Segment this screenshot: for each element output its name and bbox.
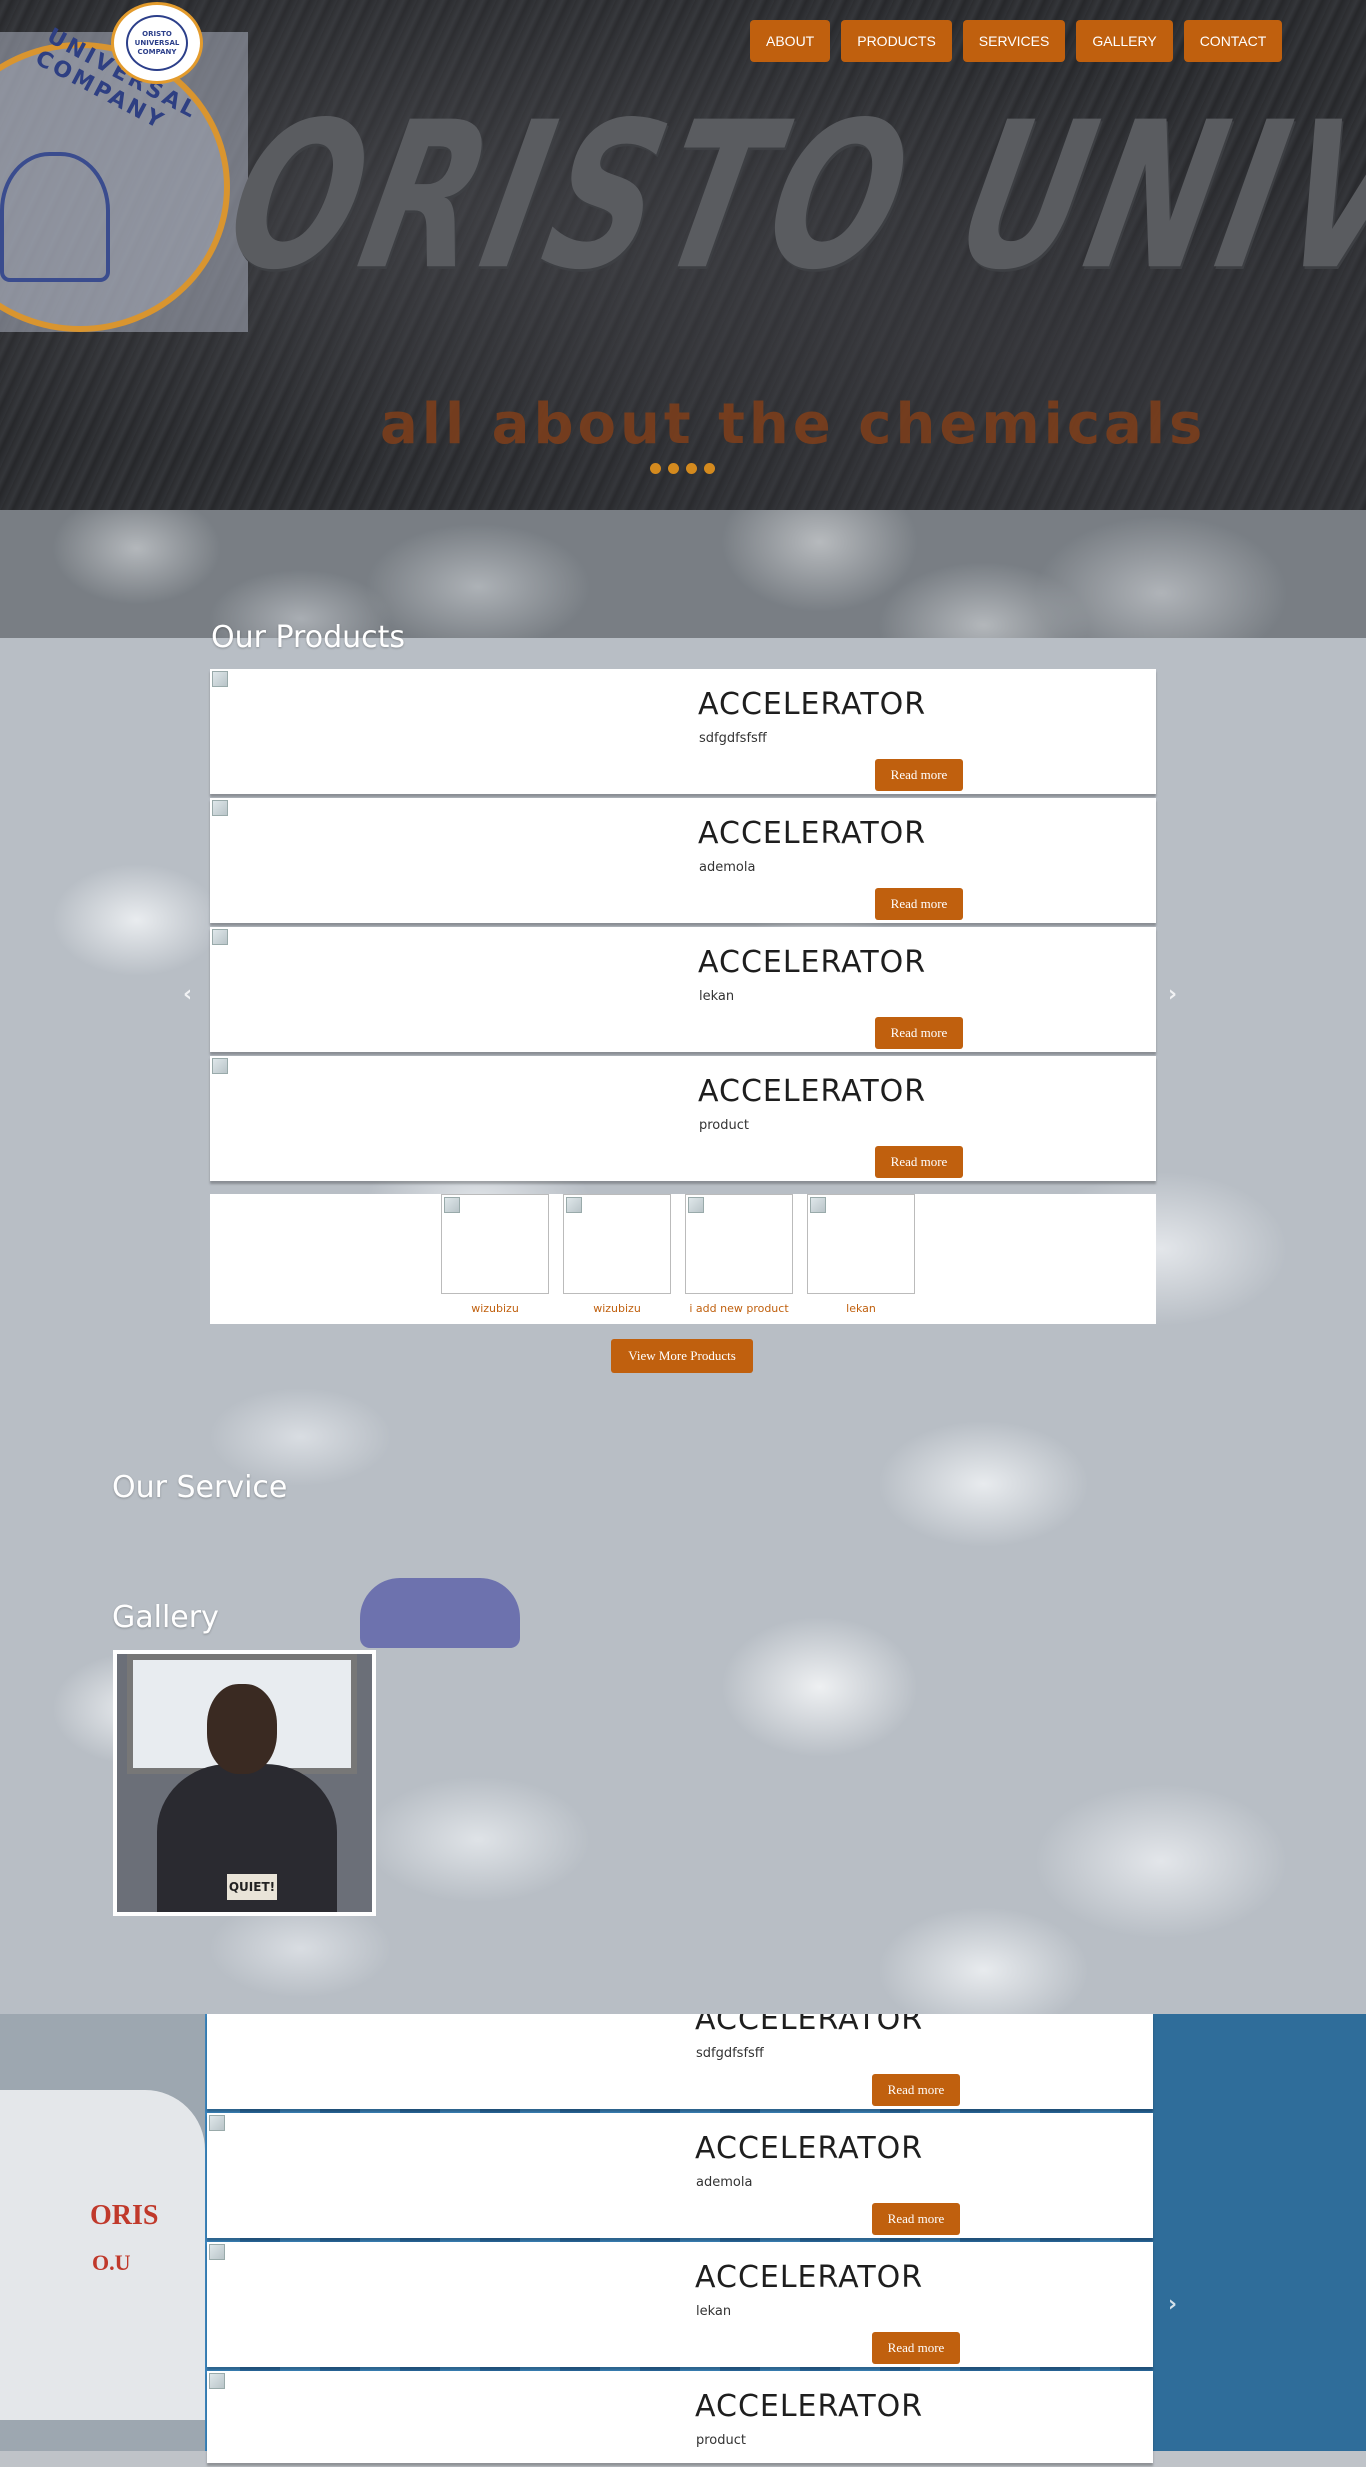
nav-products[interactable]: PRODUCTS	[841, 20, 952, 62]
product-image	[209, 2115, 225, 2131]
product-desc: sdfgdfsfsff	[696, 2046, 764, 2061]
product-image	[212, 1058, 228, 1074]
read-more-button[interactable]: Read more	[875, 1017, 963, 1049]
thumbnail-caption[interactable]: i add new product	[685, 1302, 793, 1315]
slider-dot[interactable]	[668, 463, 679, 474]
photo-shirt-text: QUIET!	[227, 1874, 277, 1900]
thumbnail-item[interactable]: i add new product	[685, 1194, 793, 1315]
product-desc: ademola	[696, 2175, 753, 2190]
thumbnail-image	[563, 1194, 671, 1294]
product-image	[209, 2244, 225, 2260]
view-more-products-button[interactable]: View More Products	[611, 1339, 753, 1373]
product-name: ACCELERATOR	[698, 816, 927, 851]
thumbnail-caption[interactable]: lekan	[807, 1302, 915, 1315]
product-desc: lekan	[699, 989, 735, 1004]
logo-text: ORISTO UNIVERSAL COMPANY	[126, 15, 188, 71]
thumbnail-image	[685, 1194, 793, 1294]
thumbnail-image	[441, 1194, 549, 1294]
carousel-prev-icon[interactable]: ‹	[183, 982, 192, 1007]
broken-image-icon	[444, 1197, 460, 1213]
product-card: ACCELERATOR lekan Read more	[207, 2242, 1153, 2367]
slider-dot[interactable]	[704, 463, 715, 474]
read-more-button[interactable]: Read more	[872, 2332, 960, 2364]
products-title: Our Products	[211, 620, 406, 655]
product-desc: product	[699, 1118, 750, 1133]
read-more-button[interactable]: Read more	[875, 759, 963, 791]
products-carousel: ACCELERATOR sdfgdfsfsff Read more ACCELE…	[210, 669, 1156, 1185]
read-more-button[interactable]: Read more	[875, 1146, 963, 1178]
slider-dot[interactable]	[650, 463, 661, 474]
hero-slider: UNIVERSAL COMPANY ORISTO UNIVERSAL all a…	[0, 0, 1366, 510]
service-title: Our Service	[112, 1470, 288, 1505]
nav-gallery[interactable]: GALLERY	[1076, 20, 1173, 62]
product-image	[212, 671, 228, 687]
thumbnail-item[interactable]: wizubizu	[441, 1194, 549, 1315]
hero-emblem: UNIVERSAL COMPANY	[0, 24, 248, 332]
product-desc: ademola	[699, 860, 756, 875]
slider-dots	[650, 463, 715, 474]
hero-title: ORISTO UNIVERSAL	[210, 80, 1366, 315]
product-desc: product	[696, 2433, 747, 2448]
product-card: ACCELERATOR product Read more	[210, 1056, 1156, 1181]
carousel-next-icon[interactable]: ›	[1168, 2292, 1177, 2317]
slider-dot[interactable]	[686, 463, 697, 474]
read-more-button[interactable]: Read more	[872, 2074, 960, 2106]
site-logo[interactable]: ORISTO UNIVERSAL COMPANY	[111, 2, 203, 84]
photo-person-head	[207, 1684, 277, 1774]
truck-label: ORIS	[90, 2200, 159, 2231]
broken-image-icon	[566, 1197, 582, 1213]
broken-image-icon	[810, 1197, 826, 1213]
broken-image-icon	[688, 1197, 704, 1213]
product-card: ACCELERATOR sdfgdfsfsff Read more	[210, 669, 1156, 794]
main-nav: ABOUT PRODUCTS SERVICES GALLERY CONTACT	[750, 20, 1283, 62]
product-name: ACCELERATOR	[695, 2131, 924, 2166]
product-name: ACCELERATOR	[695, 2014, 924, 2037]
product-thumbnails: wizubizu wizubizu i add new product leka…	[210, 1194, 1156, 1324]
thumbnail-caption[interactable]: wizubizu	[441, 1302, 549, 1315]
gallery-title: Gallery	[112, 1600, 219, 1635]
product-image	[212, 929, 228, 945]
thumbnail-caption[interactable]: wizubizu	[563, 1302, 671, 1315]
nav-about[interactable]: ABOUT	[750, 20, 831, 62]
thumbnail-image	[807, 1194, 915, 1294]
bottom-products-carousel: ACCELERATOR sdfgdfsfsff Read more ACCELE…	[207, 2014, 1153, 2467]
product-card: ACCELERATOR ademola Read more	[210, 798, 1156, 923]
read-more-button[interactable]: Read more	[872, 2203, 960, 2235]
product-name: ACCELERATOR	[695, 2389, 924, 2424]
products-band-background	[0, 510, 1366, 638]
product-image	[212, 800, 228, 816]
product-desc: sdfgdfsfsff	[699, 731, 767, 746]
read-more-button[interactable]: Read more	[875, 888, 963, 920]
carousel-next-icon[interactable]: ›	[1168, 982, 1177, 1007]
product-card: ACCELERATOR ademola Read more	[207, 2113, 1153, 2238]
product-image	[209, 2373, 225, 2389]
hero-tagline: all about the chemicals	[380, 392, 1207, 457]
product-name: ACCELERATOR	[698, 1074, 927, 1109]
truck-label-secondary: O.U	[92, 2250, 131, 2275]
product-card: ACCELERATOR lekan Read more	[210, 927, 1156, 1052]
product-desc: lekan	[696, 2304, 732, 2319]
thumbnail-item[interactable]: lekan	[807, 1194, 915, 1315]
product-name: ACCELERATOR	[698, 945, 927, 980]
product-card: ACCELERATOR sdfgdfsfsff Read more	[207, 2014, 1153, 2109]
thumbnail-item[interactable]: wizubizu	[563, 1194, 671, 1315]
product-name: ACCELERATOR	[698, 687, 927, 722]
nav-contact[interactable]: CONTACT	[1183, 20, 1283, 62]
emblem-drum-illustration	[0, 152, 110, 282]
gallery-photo[interactable]: QUIET!	[113, 1650, 376, 1916]
product-card: ACCELERATOR product	[207, 2371, 1153, 2463]
product-name: ACCELERATOR	[695, 2260, 924, 2295]
nav-services[interactable]: SERVICES	[962, 20, 1066, 62]
